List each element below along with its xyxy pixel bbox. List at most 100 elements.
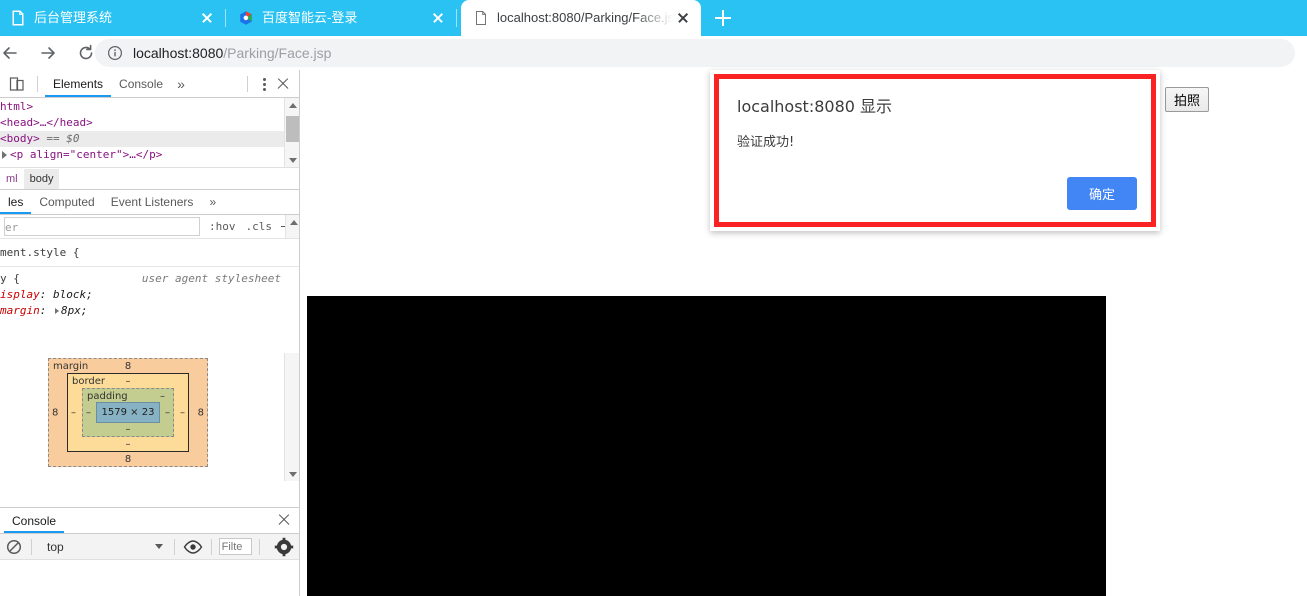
expand-triangle-icon[interactable]: [2, 150, 7, 159]
device-toolbar-icon[interactable]: [4, 71, 30, 97]
drawer-tab-bar: Console: [0, 508, 299, 534]
css-colon: :: [39, 304, 53, 317]
scroll-down-arrow-icon[interactable]: [285, 153, 299, 167]
padding-bottom-value[interactable]: –: [83, 424, 173, 435]
page-document-icon: [12, 10, 24, 26]
force-state-hov-button[interactable]: :hov: [204, 220, 241, 233]
console-drawer: Console top Filte: [0, 507, 299, 596]
box-model-diagram: margin 8 8 8 8 border – – – – padding – …: [48, 358, 208, 467]
clear-console-glyph: [6, 539, 22, 554]
url-path: /Parking/Face.jsp: [223, 45, 332, 61]
padding-left-value[interactable]: –: [86, 407, 91, 418]
browser-tab-2[interactable]: 百度智能云-登录: [226, 0, 456, 36]
chevron-down-icon: [154, 544, 163, 549]
style-filter-input[interactable]: er: [4, 217, 200, 236]
pane-tab-more-icon[interactable]: »: [201, 191, 224, 214]
user-agent-stylesheet-note: user agent stylesheet: [141, 272, 281, 285]
address-bar[interactable]: localhost:8080/Parking/Face.jsp: [95, 39, 1295, 67]
dom-tree-scrollbar[interactable]: [284, 98, 299, 167]
dom-tree: html> <head>…</head> <body> == $0 <p ali…: [0, 98, 299, 167]
padding-right-value[interactable]: –: [165, 407, 170, 418]
margin-bottom-value[interactable]: 8: [49, 454, 207, 465]
box-model-margin[interactable]: margin 8 8 8 8 border – – – – padding – …: [48, 358, 208, 467]
tab-title: 百度智能云-登录: [262, 10, 358, 25]
box-model-scrollbar[interactable]: [284, 353, 299, 481]
box-model-padding[interactable]: padding – – – – 1579 × 23: [82, 388, 174, 437]
body-rule-header[interactable]: y { user agent stylesheet: [0, 271, 299, 287]
margin-right-value[interactable]: 8: [198, 407, 204, 418]
style-filter-row: er :hov .cls: [0, 215, 299, 239]
scroll-up-arrow-icon[interactable]: [286, 215, 299, 229]
clear-console-icon[interactable]: [4, 537, 24, 557]
info-circle-icon[interactable]: [107, 45, 123, 61]
border-bottom-value[interactable]: –: [68, 439, 188, 450]
styles-pane-tabs: les Computed Event Listeners »: [0, 190, 299, 215]
style-declaration-display[interactable]: isplay: block;: [0, 287, 299, 303]
expand-triangle-icon[interactable]: [55, 307, 59, 314]
reload-arrow-icon: [79, 44, 93, 60]
dom-node-p[interactable]: <p align="center">…</p>: [0, 147, 299, 163]
box-model-padding-label: padding: [87, 391, 128, 402]
console-settings-icon[interactable]: [273, 537, 295, 557]
live-expression-icon[interactable]: [182, 537, 204, 557]
scrollbar-thumb[interactable]: [286, 116, 299, 142]
breadcrumb-item-html[interactable]: ml: [0, 169, 24, 189]
camera-video-feed: [307, 296, 1106, 596]
forward-button[interactable]: [34, 39, 62, 67]
toolbar-divider: [210, 538, 212, 555]
box-model-diagram-area: margin 8 8 8 8 border – – – – padding – …: [0, 353, 299, 513]
margin-top-value[interactable]: 8: [49, 361, 207, 372]
dom-node-head[interactable]: <head>…</head>: [0, 115, 299, 131]
back-button[interactable]: [0, 39, 24, 67]
box-model-content-size[interactable]: 1579 × 23: [96, 402, 160, 423]
pane-tab-computed[interactable]: Computed: [31, 191, 102, 214]
scroll-down-arrow-icon[interactable]: [285, 467, 299, 481]
element-style-rule[interactable]: ment.style {: [0, 245, 299, 261]
dom-node-html[interactable]: html>: [0, 99, 299, 115]
dom-node-body-selected[interactable]: <body> == $0: [0, 131, 299, 147]
css-property-value: 8px;: [61, 304, 88, 317]
devtools-more-tabs-icon[interactable]: »: [171, 76, 191, 92]
new-tab-button[interactable]: [710, 5, 736, 31]
capture-photo-button[interactable]: 拍照: [1165, 87, 1210, 112]
dom-node-text: html>: [0, 100, 34, 113]
breadcrumb-item-body[interactable]: body: [23, 168, 60, 189]
margin-left-value[interactable]: 8: [52, 407, 58, 418]
devtools-close-icon[interactable]: [273, 74, 293, 94]
browser-tab-3-active[interactable]: localhost:8080/Parking/Face.jsp: [461, 0, 701, 36]
console-context-selector[interactable]: top: [39, 540, 167, 554]
browser-toolbar: localhost:8080/Parking/Face.jsp: [0, 36, 1307, 70]
style-declaration-margin[interactable]: margin: 8px;: [0, 303, 299, 319]
dialog-ok-button[interactable]: 确定: [1066, 177, 1137, 210]
scroll-up-arrow-icon[interactable]: [285, 98, 299, 112]
css-property-name: isplay: [0, 288, 40, 301]
pane-tab-styles[interactable]: les: [0, 191, 32, 214]
border-right-value[interactable]: –: [180, 407, 185, 418]
tab-close-icon[interactable]: [673, 8, 693, 28]
border-top-value[interactable]: –: [68, 376, 188, 387]
devtools-tab-elements[interactable]: Elements: [45, 71, 112, 97]
eye-glyph: [183, 539, 202, 554]
toolbar-divider: [173, 538, 175, 555]
more-options-icon[interactable]: [255, 74, 273, 94]
toolbar-divider: [247, 75, 248, 92]
dom-node-ref: == $0: [39, 132, 80, 145]
pane-tab-event-listeners[interactable]: Event Listeners: [103, 191, 202, 214]
console-output-area[interactable]: [0, 560, 299, 596]
tab-close-icon[interactable]: [197, 8, 217, 28]
browser-tab-1[interactable]: 后台管理系统: [0, 0, 225, 36]
page-document-icon: [476, 11, 486, 25]
border-left-value[interactable]: –: [71, 407, 76, 418]
gear-glyph: [274, 537, 294, 556]
element-classes-button[interactable]: .cls: [241, 220, 278, 233]
console-filter-input[interactable]: Filte: [218, 538, 252, 555]
styles-scrollbar[interactable]: [285, 215, 299, 238]
body-rule-selector: y {: [0, 272, 20, 285]
padding-top-value[interactable]: –: [160, 391, 165, 402]
drawer-close-icon[interactable]: [275, 511, 293, 529]
drawer-tab-console[interactable]: Console: [4, 509, 65, 533]
devtools-tab-console[interactable]: Console: [111, 71, 171, 97]
tab-close-icon[interactable]: [428, 8, 448, 28]
dom-node-text: <p align="center">…</p>: [10, 148, 163, 161]
box-model-border[interactable]: border – – – – padding – – – – 1579 × 23: [67, 373, 189, 452]
